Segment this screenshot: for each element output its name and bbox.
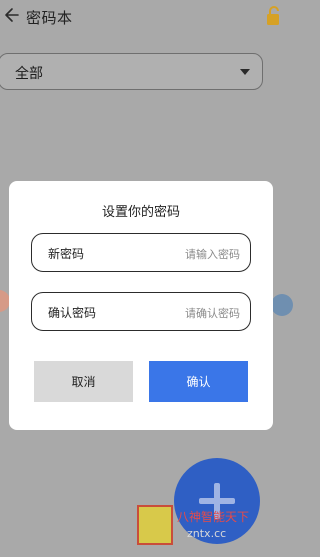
lock-icon[interactable] [267,5,279,27]
cancel-button[interactable]: 取消 [34,361,133,402]
watermark-text: 八神智能天下 [177,510,250,524]
watermark: 八神智能天下 zntx.cc [137,505,268,545]
set-password-dialog: 设置你的密码 新密码 请输入密码 确认密码 请确认密码 取消 确认 [9,181,273,430]
back-arrow-icon[interactable] [4,6,20,24]
category-dropdown[interactable]: 全部 [0,53,263,90]
confirm-password-label: 确认密码 [48,306,97,320]
confirm-button[interactable]: 确认 [149,361,248,402]
watermark-logo-icon [137,505,173,545]
new-password-placeholder: 请输入密码 [185,248,240,261]
confirm-password-placeholder: 请确认密码 [185,307,240,320]
page-title: 密码本 [26,9,73,27]
new-password-field[interactable]: 新密码 请输入密码 [31,233,251,272]
top-bar: 密码本 [0,0,279,36]
dialog-title: 设置你的密码 [101,205,180,220]
caret-down-icon [240,69,250,75]
side-button-right[interactable] [271,294,293,316]
dropdown-selected-value: 全部 [15,66,43,82]
confirm-password-field[interactable]: 确认密码 请确认密码 [31,292,251,331]
new-password-label: 新密码 [48,247,85,261]
watermark-url: zntx.cc [187,527,227,540]
